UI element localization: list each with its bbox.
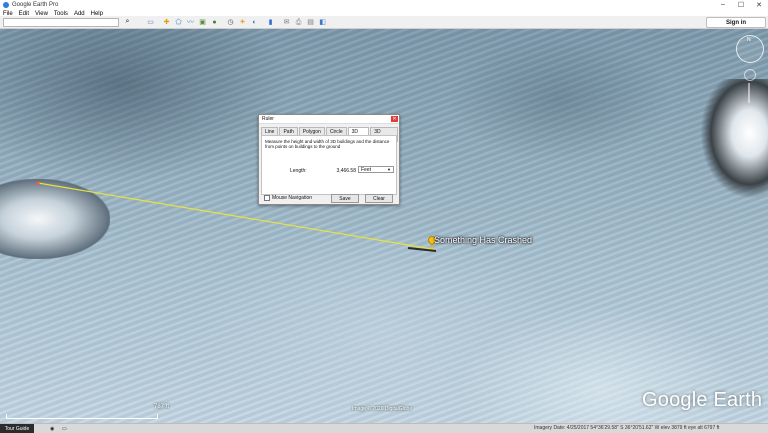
placemark-icon[interactable]: ✚: [162, 18, 171, 27]
google-earth-logo: Google Earth: [642, 389, 763, 411]
maximize-button[interactable]: ☐: [732, 1, 750, 9]
window-title: Google Earth Pro: [12, 2, 59, 8]
ruler-icon[interactable]: ▮: [266, 18, 275, 27]
unit-select[interactable]: Feet ▼: [358, 166, 394, 173]
thumbnail-toggle-icon[interactable]: ▭: [62, 425, 67, 432]
ruler-description: Measure the height and width of 3D build…: [265, 139, 390, 149]
historical-imagery-icon[interactable]: ◷: [226, 18, 235, 27]
sidebar-toggle-icon[interactable]: ▭: [146, 18, 155, 27]
google-earth-icon: [3, 2, 9, 8]
unit-select-value: Feet: [361, 166, 372, 173]
length-value: 3,466.58: [336, 168, 356, 174]
ruler-dialog: Ruler ✕ Line Path Polygon Circle 3D path…: [258, 114, 400, 205]
path-icon[interactable]: 〰: [186, 18, 195, 27]
window-controls: – ☐ ✕: [714, 1, 768, 9]
image-overlay-icon[interactable]: ▣: [198, 18, 207, 27]
print-icon[interactable]: ⎙: [294, 18, 303, 27]
scale-bar: [6, 414, 158, 419]
maps-icon[interactable]: ◧: [318, 18, 327, 27]
search-input[interactable]: [3, 18, 119, 27]
ruler-panel: Measure the height and width of 3D build…: [261, 135, 397, 195]
placemark-label[interactable]: Something Has Crashed: [434, 235, 532, 245]
imagery-credit: Image © 2020 DigitalGlobe: [352, 406, 413, 412]
sun-icon[interactable]: ☀: [238, 18, 247, 27]
save-image-icon[interactable]: ▤: [306, 18, 315, 27]
tour-guide-icon[interactable]: ◉: [50, 425, 54, 432]
save-button[interactable]: Save: [331, 194, 359, 203]
compass-north-label: N: [747, 37, 751, 43]
mouse-navigation-option[interactable]: Mouse Navigation: [264, 195, 312, 201]
close-button[interactable]: ✕: [750, 1, 768, 9]
clear-button[interactable]: Clear: [365, 194, 393, 203]
mouse-navigation-checkbox[interactable]: [264, 195, 270, 201]
path-start-point[interactable]: [36, 181, 40, 185]
scale-label: 787 ft: [154, 404, 170, 410]
ruler-close-button[interactable]: ✕: [391, 116, 398, 122]
mouse-navigation-label: Mouse Navigation: [272, 195, 313, 201]
planets-icon[interactable]: ◐: [250, 18, 259, 27]
sign-in-button[interactable]: Sign in: [706, 17, 766, 28]
zoom-slider[interactable]: [748, 83, 750, 103]
title-bar: Google Earth Pro – ☐ ✕: [0, 0, 768, 10]
tour-record-icon[interactable]: ●: [210, 18, 219, 27]
navigation-compass[interactable]: N: [736, 35, 764, 63]
toolbar: ⌕ ▭ ✚ ⬠ 〰 ▣ ● ◷ ☀ ◐ ▮ ✉ ⎙ ▤ ◧ Sign in: [0, 16, 768, 29]
chevron-down-icon: ▼: [387, 167, 391, 172]
search-icon[interactable]: ⌕: [123, 17, 132, 26]
status-bar-text: Imagery Date: 4/25/2017 54°36'29.58" S 3…: [534, 425, 720, 431]
polygon-icon[interactable]: ⬠: [174, 18, 183, 27]
minimize-button[interactable]: –: [714, 1, 732, 9]
length-label: Length:: [290, 168, 307, 174]
email-icon[interactable]: ✉: [282, 18, 291, 27]
ruler-path-overlay: [36, 181, 437, 252]
map-view[interactable]: N Something Has Crashed 787 ft Image © 2…: [0, 29, 768, 423]
ruler-dialog-title: Ruler: [259, 115, 399, 124]
look-joystick[interactable]: [744, 69, 756, 81]
